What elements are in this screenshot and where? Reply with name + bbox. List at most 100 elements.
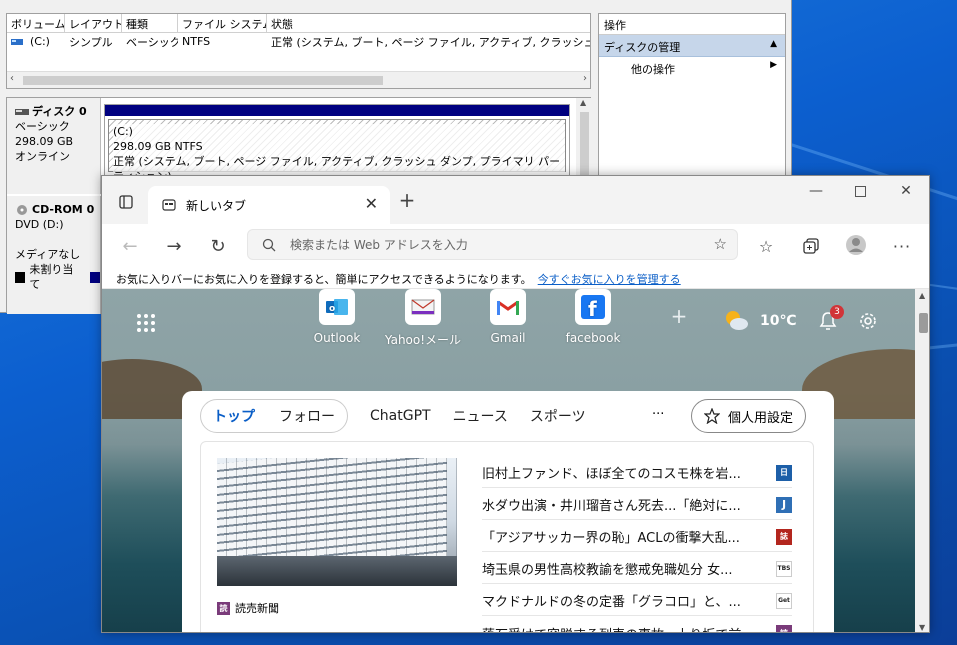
add-quick-link-icon[interactable]: + [668, 304, 690, 328]
feed-tab-group: トップ フォロー [200, 399, 348, 433]
minimize-icon[interactable]: — [804, 182, 828, 200]
headline-title: 旧村上ファンド、ほぼ全てのコスモ株を岩... [482, 467, 741, 482]
partition-c[interactable]: (C:) 298.09 GB NTFS 正常 (システム, ブート, ページ フ… [104, 104, 570, 184]
legend-unallocated-swatch [15, 271, 26, 283]
feed-tab-news[interactable]: ニュース [453, 406, 508, 426]
refresh-icon[interactable]: ↻ [206, 234, 230, 258]
new-tab-page: o Outlook Yahoo!メール Gmail f facebook + 1… [102, 289, 915, 632]
tab-new-tab[interactable]: 新しいタブ ✕ [148, 186, 390, 224]
featured-source-name: 読売新聞 [235, 602, 279, 615]
new-tab-plus-icon[interactable]: + [396, 188, 418, 212]
scroll-down-icon[interactable]: ▼ [919, 623, 925, 632]
yahoo-mail-icon [405, 289, 441, 325]
headline-item[interactable]: 埼玉県の男性高校教諭を懲戒免職処分 女... TBS [482, 554, 792, 584]
scroll-up-icon[interactable]: ▲ [580, 98, 586, 107]
svg-text:f: f [588, 297, 597, 319]
quick-link-gmail[interactable]: Gmail [463, 289, 553, 345]
scrollbar-thumb[interactable] [23, 76, 383, 85]
disk0-name: ディスク 0 [32, 105, 87, 118]
personalize-label: 個人用設定 [728, 410, 794, 426]
scrollbar-thumb[interactable] [919, 313, 928, 333]
new-tab-page-icon [162, 199, 176, 211]
column-layout[interactable]: レイアウト [65, 14, 122, 32]
close-tab-icon[interactable]: ✕ [365, 194, 378, 213]
tab-actions-icon[interactable] [116, 192, 136, 212]
featured-news-image[interactable] [217, 458, 457, 586]
headline-item[interactable]: 落石受けて突脱する列車の事故...上り坂で前... 読 [482, 618, 792, 632]
drive-icon [11, 38, 23, 45]
tbs-icon: TBS [776, 560, 792, 577]
collections-icon[interactable] [799, 234, 823, 258]
volume-layout: シンプル [69, 35, 113, 49]
actions-section-label: ディスクの管理 [604, 41, 681, 54]
favorites-bar: お気に入りバーにお気に入りを登録すると、簡単にアクセスできるようになります。 今す… [102, 268, 929, 289]
feed-tab-top[interactable]: トップ [213, 406, 255, 426]
address-bar[interactable]: ☆ [247, 229, 738, 260]
volume-list: ボリューム レイアウト 種類 ファイル システム 状態 (C:) シンプル ベー… [6, 13, 591, 89]
actions-section-disk-management[interactable]: ディスクの管理 ▲ [599, 35, 785, 57]
column-status[interactable]: 状態 [267, 14, 590, 32]
column-type[interactable]: 種類 [122, 14, 178, 32]
scroll-right-icon[interactable]: › [583, 73, 587, 84]
volume-filesystem: NTFS [182, 35, 211, 48]
partition-header-bar [105, 105, 569, 116]
submenu-arrow-icon: ▶ [770, 60, 777, 70]
horizontal-scrollbar[interactable]: ‹ › [7, 71, 590, 88]
featured-news-source[interactable]: 読 読売新聞 [217, 600, 279, 616]
profile-avatar-icon[interactable] [843, 232, 869, 258]
quick-link-yahoo-mail[interactable]: Yahoo!メール [378, 289, 468, 348]
partition-size: 298.09 GB NTFS [113, 140, 203, 153]
personalize-button[interactable]: 個人用設定 [691, 399, 807, 433]
column-volume[interactable]: ボリューム [7, 14, 65, 32]
collapse-arrow-icon[interactable]: ▲ [770, 39, 777, 49]
actions-other-item[interactable]: 他の操作 ▶ [599, 57, 785, 79]
page-scrollbar[interactable]: ▲ ▼ [915, 289, 929, 632]
feed-tab-chatgpt[interactable]: ChatGPT [370, 408, 431, 424]
facebook-icon: f [575, 289, 611, 325]
quick-link-label: Gmail [490, 331, 526, 345]
hard-disk-icon [15, 108, 29, 115]
back-icon[interactable]: ← [118, 234, 142, 258]
headline-title: 「アジアサッカー界の恥」ACLの衝撃大乱... [482, 531, 740, 546]
magazine-icon: 誌 [776, 528, 792, 545]
weather-icon[interactable] [722, 307, 750, 333]
actions-other-label: 他の操作 [631, 63, 675, 76]
partition-name: (C:) [113, 125, 133, 138]
cdrom-label[interactable]: CD-ROM 0 DVD (D:) メディアなし 未割り当て [7, 196, 101, 314]
quick-link-outlook[interactable]: o Outlook [292, 289, 382, 345]
quick-link-label: facebook [565, 331, 621, 345]
getnavi-icon: Get [776, 592, 792, 609]
scroll-up-icon[interactable]: ▲ [919, 291, 925, 300]
feed-more-icon[interactable]: ··· [652, 407, 664, 422]
headline-item[interactable]: 「アジアサッカー界の恥」ACLの衝撃大乱... 誌 [482, 522, 792, 552]
headline-item[interactable]: 水ダウ出演・井川瑠音さん死去...「絶対に... J [482, 490, 792, 520]
scrollbar-thumb[interactable] [580, 112, 589, 182]
add-favorite-star-icon[interactable]: ☆ [714, 235, 727, 253]
app-launcher-icon[interactable] [134, 311, 158, 335]
navigation-bar: ← → ↻ ☆ ☆ ··· [102, 224, 929, 268]
forward-icon[interactable]: → [162, 234, 186, 258]
svg-text:o: o [329, 304, 335, 314]
legend-unallocated-label: 未割り当て [29, 263, 74, 291]
favorites-icon[interactable]: ☆ [754, 234, 778, 258]
volume-row[interactable]: (C:) シンプル ベーシック NTFS 正常 (システム, ブート, ページ … [7, 33, 590, 50]
quick-link-facebook[interactable]: f facebook [548, 289, 638, 345]
feed-tab-follow[interactable]: フォロー [279, 406, 335, 426]
feed-tab-sports[interactable]: スポーツ [530, 406, 586, 426]
close-window-icon[interactable]: ✕ [896, 182, 916, 200]
address-input[interactable] [290, 236, 690, 254]
scroll-left-icon[interactable]: ‹ [10, 73, 14, 84]
nikkei-icon: 日 [776, 464, 792, 481]
cdrom-drive: DVD (D:) [15, 218, 64, 231]
volume-name: (C:) [30, 35, 50, 48]
disk0-label[interactable]: ディスク 0 ベーシック 298.09 GB オンライン [7, 98, 101, 194]
maximize-icon[interactable] [850, 182, 870, 200]
headline-item[interactable]: 旧村上ファンド、ほぼ全てのコスモ株を岩... 日 [482, 458, 792, 488]
column-filesystem[interactable]: ファイル システム [178, 14, 267, 32]
weather-temperature[interactable]: 10℃ [760, 313, 796, 329]
personalize-star-icon [704, 408, 720, 424]
manage-favorites-link[interactable]: 今すぐお気に入りを管理する [538, 273, 681, 286]
page-settings-gear-icon[interactable] [856, 309, 880, 333]
settings-more-icon[interactable]: ··· [890, 234, 914, 258]
headline-item[interactable]: マクドナルドの冬の定番「グラコロ」と、... Get [482, 586, 792, 616]
